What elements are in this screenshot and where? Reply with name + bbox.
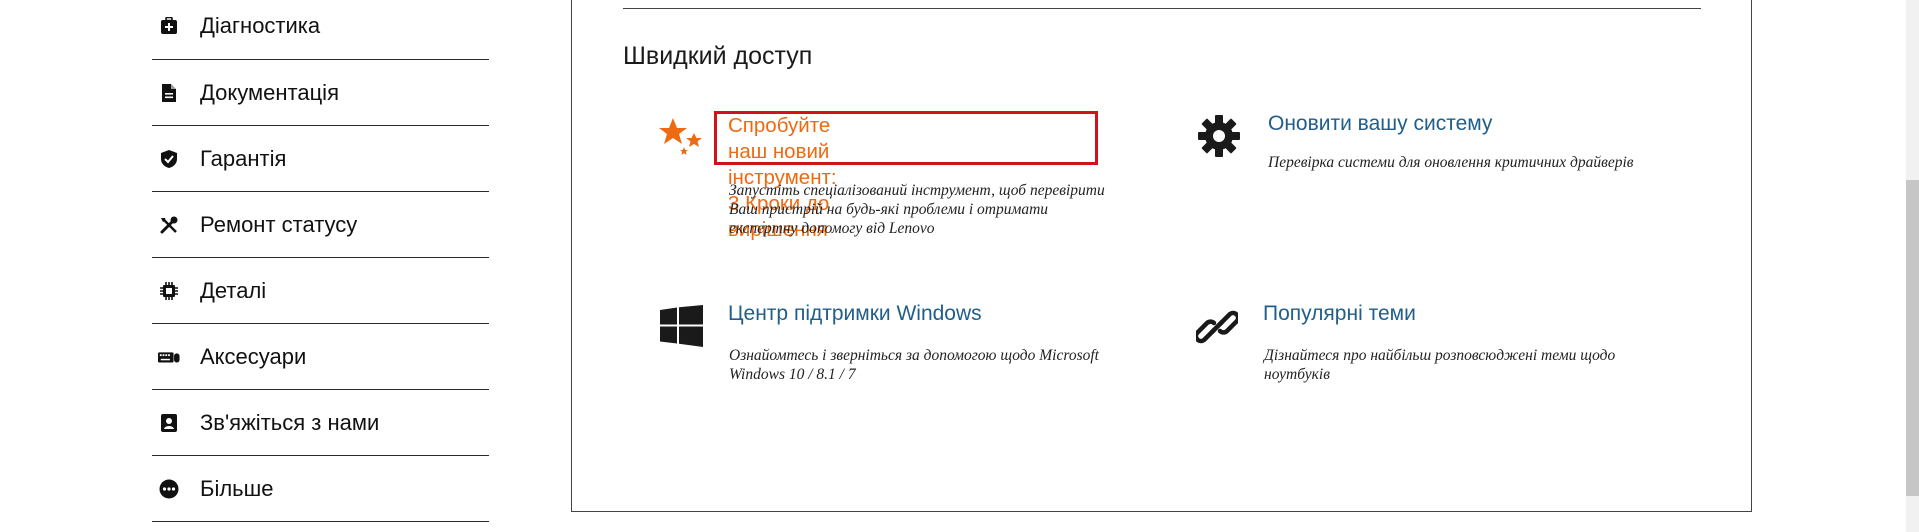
description-line: Дізнайтеся про найбільш розповсюджені те… — [1264, 347, 1616, 364]
sidebar-item-diagnostics[interactable]: Діагностика — [152, 0, 489, 60]
sidebar-item-repair-status[interactable]: Ремонт статусу — [152, 192, 489, 258]
description-line: Windows 10 / 8.1 / 7 — [729, 366, 856, 383]
sidebar-item-label: Зв'яжіться з нами — [200, 409, 380, 435]
description-line: Ознайомтесь і зверніться за допомогою що… — [729, 347, 1099, 364]
shield-check-icon — [158, 148, 180, 170]
sidebar-item-label: Аксесуари — [200, 343, 307, 369]
contact-card-icon — [158, 412, 180, 434]
sidebar-item-label: Деталі — [200, 277, 267, 303]
new-tool-title-line1: Спробуйте наш новий інструмент: — [728, 114, 837, 189]
keyboard-mouse-icon — [158, 346, 180, 368]
stars-icon — [659, 117, 705, 164]
quick-access-panel: Швидкий доступ — [571, 0, 1752, 512]
description-line: Перевірка системи для оновлення критични… — [1268, 154, 1634, 171]
popular-topics-description: Дізнайтеся про найбільш розповсюджені те… — [1264, 346, 1724, 384]
sidebar-item-label: Документація — [200, 79, 339, 105]
medical-kit-icon — [158, 15, 180, 37]
tools-icon — [158, 214, 180, 236]
sidebar-item-warranty[interactable]: Гарантія — [152, 126, 489, 192]
description-line: Ваш пристрій на будь-які проблеми і отри… — [729, 201, 1049, 218]
divider — [623, 8, 1701, 9]
quick-access-title: Швидкий доступ — [623, 42, 813, 70]
sidebar-item-label: Діагностика — [200, 13, 321, 38]
chip-icon — [158, 280, 180, 302]
sidebar-item-accessories[interactable]: Аксесуари — [152, 324, 489, 390]
link-icon — [1193, 306, 1241, 353]
sidebar-item-label: Більше — [200, 475, 274, 501]
update-system-link[interactable]: Оновити вашу систему — [1268, 112, 1492, 136]
sidebar-item-parts[interactable]: Деталі — [152, 258, 489, 324]
windows-logo-icon — [660, 305, 703, 352]
windows-support-link[interactable]: Центр підтримки Windows — [728, 302, 982, 326]
gear-icon — [1197, 114, 1241, 163]
sidebar-menu: Діагностика Документація Гарантія Ремонт… — [152, 0, 489, 522]
sidebar-item-label: Ремонт статусу — [200, 211, 358, 237]
windows-support-description: Ознайомтесь і зверніться за допомогою що… — [729, 346, 1189, 384]
scrollbar-thumb[interactable] — [1906, 180, 1919, 496]
sidebar-item-label: Гарантія — [200, 145, 287, 171]
sidebar-item-contact-us[interactable]: Зв'яжіться з нами — [152, 390, 489, 456]
update-system-description: Перевірка системи для оновлення критични… — [1268, 153, 1728, 172]
more-dots-icon — [158, 478, 180, 500]
description-line: експертну допомогу від Lenovo — [729, 220, 935, 237]
sidebar-item-documentation[interactable]: Документація — [152, 60, 489, 126]
document-icon — [158, 82, 180, 104]
popular-topics-link[interactable]: Популярні теми — [1263, 302, 1416, 326]
description-line: ноутбуків — [1264, 366, 1330, 383]
new-tool-description: Запустіть спеціалізований інструмент, що… — [729, 181, 1149, 238]
sidebar-item-more[interactable]: Більше — [152, 456, 489, 522]
description-line: Запустіть спеціалізований інструмент, що… — [729, 182, 1105, 199]
